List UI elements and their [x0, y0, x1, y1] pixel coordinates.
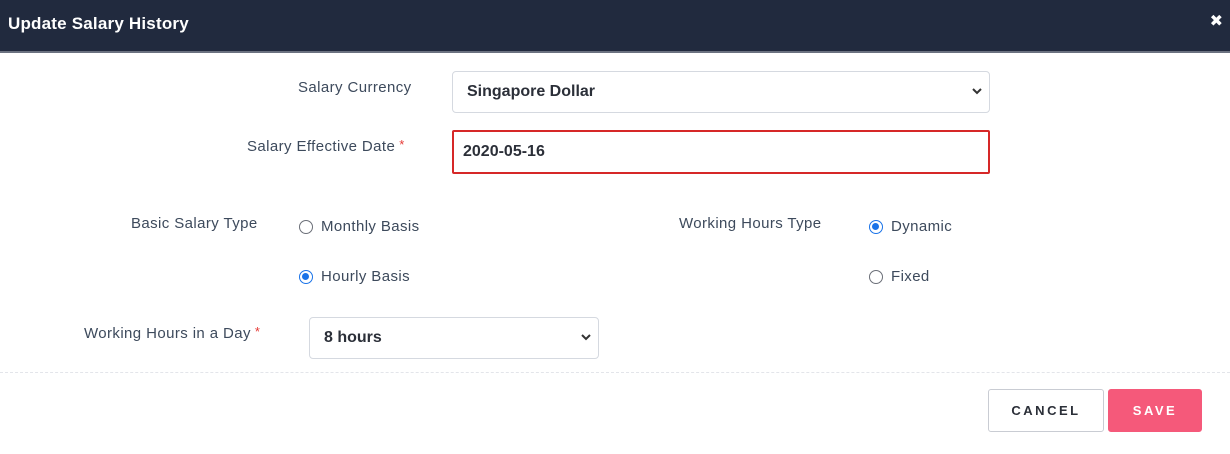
dialog-title: Update Salary History — [8, 14, 189, 33]
salary-currency-label-text: Salary Currency — [298, 79, 412, 96]
salary-currency-label: Salary Currency — [298, 79, 412, 96]
salary-currency-select[interactable]: Singapore Dollar — [452, 71, 990, 113]
radio-monthly-basis[interactable]: Monthly Basis — [299, 218, 420, 235]
chevron-down-icon — [972, 88, 982, 95]
salary-effective-date-label-text: Salary Effective Date — [247, 138, 396, 155]
dialog-header: Update Salary History ✖ — [0, 0, 1230, 53]
radio-monthly-basis-circle[interactable] — [299, 219, 313, 234]
radio-fixed[interactable]: Fixed — [869, 268, 930, 285]
footer-divider — [0, 372, 1230, 373]
radio-hourly-basis-circle[interactable] — [299, 269, 313, 284]
chevron-down-icon — [581, 334, 591, 341]
radio-monthly-basis-label: Monthly Basis — [321, 218, 420, 235]
required-marker: * — [254, 324, 261, 339]
working-hours-in-day-label-text: Working Hours in a Day — [84, 325, 251, 342]
radio-fixed-circle[interactable] — [869, 269, 883, 284]
working-hours-type-label-text: Working Hours Type — [679, 215, 822, 232]
salary-effective-date-value: 2020-05-16 — [463, 143, 545, 160]
radio-fixed-label: Fixed — [891, 268, 930, 285]
radio-hourly-basis-label: Hourly Basis — [321, 268, 410, 285]
working-hours-in-day-value: 8 hours — [324, 329, 382, 346]
working-hours-in-day-select[interactable]: 8 hours — [309, 317, 599, 359]
working-hours-in-day-label: Working Hours in a Day * — [84, 324, 261, 342]
salary-effective-date-input[interactable]: 2020-05-16 — [452, 130, 990, 174]
close-icon[interactable]: ✖ — [1210, 12, 1223, 32]
salary-currency-value: Singapore Dollar — [467, 83, 596, 100]
radio-dynamic[interactable]: Dynamic — [869, 218, 952, 235]
radio-dynamic-circle[interactable] — [869, 219, 883, 234]
required-marker: * — [399, 137, 405, 152]
save-button[interactable]: SAVE — [1108, 389, 1202, 432]
basic-salary-type-label: Basic Salary Type — [131, 215, 258, 232]
radio-hourly-basis[interactable]: Hourly Basis — [299, 268, 410, 285]
basic-salary-type-label-text: Basic Salary Type — [131, 215, 258, 232]
radio-dynamic-label: Dynamic — [891, 218, 953, 235]
salary-effective-date-label: Salary Effective Date * — [247, 137, 405, 155]
cancel-button[interactable]: CANCEL — [988, 389, 1104, 432]
working-hours-type-label: Working Hours Type — [679, 215, 822, 232]
